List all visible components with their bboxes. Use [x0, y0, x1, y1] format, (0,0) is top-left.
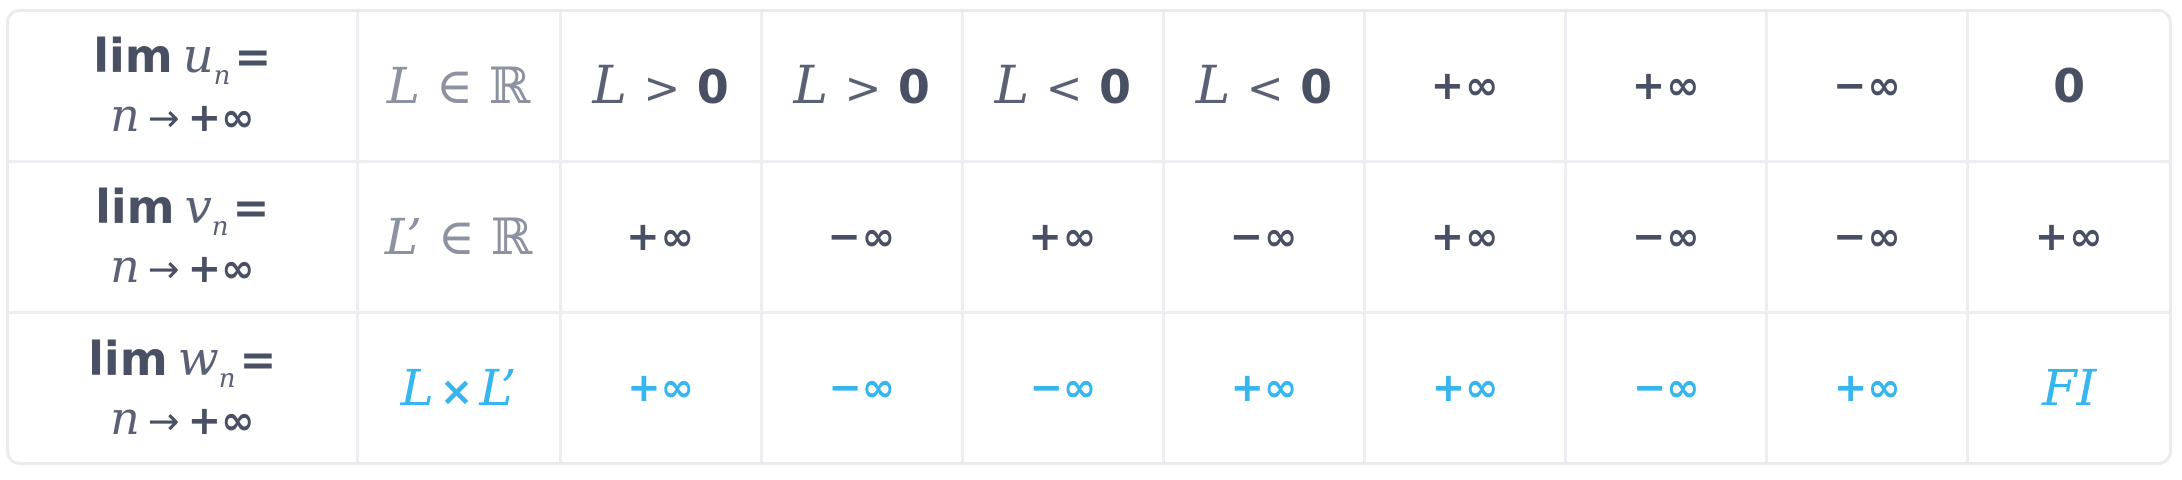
- infinity-symbol: +∞: [187, 95, 255, 142]
- cell-u-0: L ∈ ℝ: [355, 12, 562, 163]
- cell-w-2: −∞: [759, 311, 964, 462]
- sequence-subscript: n: [211, 212, 229, 243]
- cell-u-5: +∞: [1362, 12, 1568, 163]
- cell-v-6: −∞: [1564, 159, 1769, 315]
- sequence-subscript: n: [218, 363, 236, 394]
- equals-sign: =: [232, 183, 270, 235]
- cell-w-1: +∞: [558, 311, 763, 462]
- cell-u-8: 0: [1966, 12, 2169, 163]
- row-header-w: lim wn= n → +∞: [9, 311, 359, 462]
- row-header-u: lim un= n → +∞: [9, 12, 359, 163]
- cell-v-7: −∞: [1765, 159, 1970, 315]
- cell-u-1: L > 0: [558, 12, 763, 163]
- cell-w-7: +∞: [1765, 311, 1970, 462]
- lim-label: lim: [93, 29, 173, 84]
- limit-expression: lim wn=: [9, 331, 354, 392]
- cell-w-4: +∞: [1161, 311, 1367, 462]
- limit-condition: n → +∞: [9, 243, 354, 293]
- cell-v-0: L’ ∈ ℝ: [355, 159, 562, 315]
- sequence-subscript: n: [213, 61, 231, 92]
- cell-v-2: −∞: [759, 159, 964, 315]
- cell-v-3: +∞: [960, 159, 1165, 315]
- limit-condition: n → +∞: [9, 92, 354, 142]
- arrow-icon: →: [147, 398, 180, 443]
- limit-expression: lim vn=: [9, 180, 354, 240]
- cell-v-1: +∞: [558, 159, 763, 315]
- limit-condition: n → +∞: [9, 395, 354, 444]
- lim-label: lim: [95, 180, 175, 235]
- cell-w-6: −∞: [1564, 311, 1769, 462]
- equals-sign: =: [239, 334, 277, 386]
- arrow-icon: →: [147, 96, 180, 141]
- table-row-v: lim vn= n → +∞ L’ ∈ ℝ +∞ −∞ +∞ −∞ +∞ −∞ −∞ …: [9, 159, 2169, 315]
- cell-w-3: −∞: [960, 311, 1165, 462]
- limits-table: lim un= n → +∞ L ∈ ℝ L > 0 L > 0 L < 0 L < …: [9, 12, 2169, 462]
- lim-label: lim: [88, 331, 168, 386]
- limits-product-table: lim un= n → +∞ L ∈ ℝ L > 0 L > 0 L < 0 L < …: [6, 9, 2172, 465]
- row-header-v: lim vn= n → +∞: [9, 159, 359, 315]
- cell-v-5: +∞: [1362, 159, 1568, 315]
- table-row-w: lim wn= n → +∞ L × L’ +∞ −∞ −∞ +∞ +∞ −∞ +∞ FI: [9, 311, 2169, 462]
- cell-u-4: L < 0: [1161, 12, 1367, 163]
- infinity-symbol: +∞: [187, 246, 255, 293]
- cell-v-8: +∞: [1966, 159, 2169, 315]
- cell-w-5: +∞: [1362, 311, 1568, 462]
- index-var: n: [110, 88, 140, 143]
- sequence-var: w: [177, 330, 219, 387]
- table-row-u: lim un= n → +∞ L ∈ ℝ L > 0 L > 0 L < 0 L < …: [9, 12, 2169, 163]
- infinity-symbol: +∞: [187, 397, 255, 444]
- cell-w-8: FI: [1966, 311, 2169, 462]
- cell-u-2: L > 0: [759, 12, 964, 163]
- sequence-var: v: [184, 179, 212, 236]
- cell-u-3: L < 0: [960, 12, 1165, 163]
- arrow-icon: →: [147, 247, 180, 292]
- cell-u-7: −∞: [1765, 12, 1970, 163]
- limit-expression: lim un=: [9, 29, 354, 89]
- cell-w-0: L × L’: [355, 311, 562, 462]
- sequence-var: u: [182, 28, 214, 85]
- index-var: n: [110, 390, 140, 445]
- cell-v-4: −∞: [1161, 159, 1367, 315]
- index-var: n: [110, 239, 140, 294]
- equals-sign: =: [234, 32, 272, 84]
- cell-u-6: +∞: [1564, 12, 1769, 163]
